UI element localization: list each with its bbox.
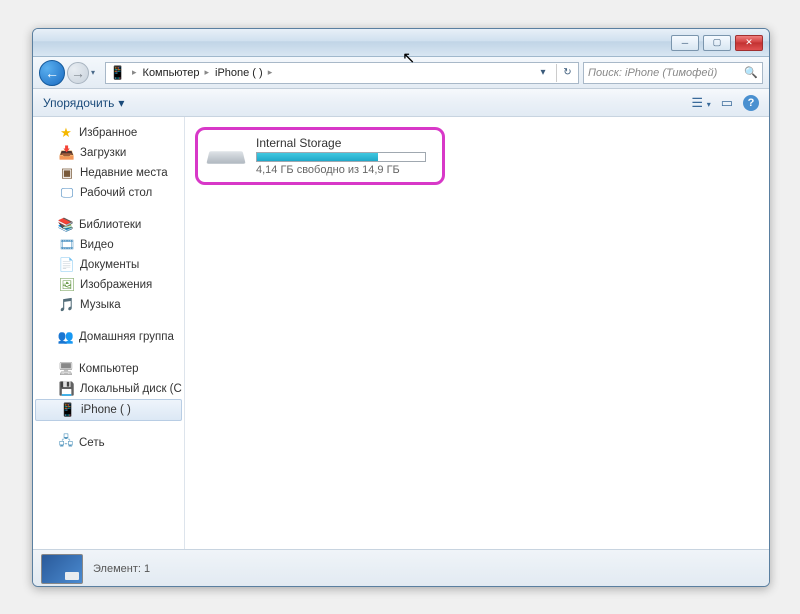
drive-icon: [204, 136, 246, 168]
explorer-window: ─ ▢ ✕ ← → ▾ 📱 ▸ Компьютер ▸ iPhone ( ) ▸…: [32, 28, 770, 587]
sidebar-item-local-disk[interactable]: 💾 Локальный диск (C: [33, 379, 184, 399]
refresh-button[interactable]: ↻: [556, 64, 574, 82]
music-icon: 🎵: [59, 297, 75, 313]
homegroup-label: Домашняя группа: [79, 331, 174, 343]
sidebar-item-label: Рабочий стол: [80, 187, 152, 199]
navigation-bar: ← → ▾ 📱 ▸ Компьютер ▸ iPhone ( ) ▸ ▾ ↻ П…: [33, 57, 769, 89]
sidebar-item-pictures[interactable]: 🖼 Изображения: [33, 275, 184, 295]
device-icon: 📱: [110, 65, 126, 81]
chevron-down-icon: ▾: [118, 96, 124, 110]
libraries-label: Библиотеки: [79, 219, 141, 231]
breadcrumb-label: iPhone ( ): [215, 67, 263, 79]
star-icon: ★: [58, 125, 74, 141]
search-icon: 🔍: [744, 66, 758, 79]
help-button[interactable]: ?: [743, 95, 759, 111]
internal-storage-item[interactable]: Internal Storage 4,14 ГБ свободно из 14,…: [195, 127, 445, 185]
organize-button[interactable]: Упорядочить ▾: [43, 96, 124, 110]
chevron-right-icon: ▸: [204, 67, 209, 78]
status-text: Элемент: 1: [93, 563, 150, 575]
search-input[interactable]: Поиск: iPhone (Тимофей) 🔍: [583, 62, 763, 84]
sidebar-item-iphone[interactable]: 📱 iPhone ( ): [35, 399, 182, 421]
address-drop-button[interactable]: ▾: [534, 64, 552, 82]
sidebar-item-music[interactable]: 🎵 Музыка: [33, 295, 184, 315]
sidebar-item-downloads[interactable]: 📥 Загрузки: [33, 143, 184, 163]
sidebar-item-videos[interactable]: 🎞 Видео: [33, 235, 184, 255]
storage-info: Internal Storage 4,14 ГБ свободно из 14,…: [256, 136, 436, 176]
sidebar-item-label: Локальный диск (C: [80, 383, 182, 395]
content-pane: Internal Storage 4,14 ГБ свободно из 14,…: [185, 117, 769, 549]
close-button[interactable]: ✕: [735, 35, 763, 51]
sidebar-item-label: Видео: [80, 239, 114, 251]
toolbar: Упорядочить ▾ ☰ ▾ ▭ ?: [33, 89, 769, 117]
network-label: Сеть: [79, 437, 105, 449]
maximize-button[interactable]: ▢: [703, 35, 731, 51]
navigation-pane: ★ Избранное 📥 Загрузки ▣ Недавние места …: [33, 117, 185, 549]
sidebar-item-recent[interactable]: ▣ Недавние места: [33, 163, 184, 183]
breadcrumb-separator[interactable]: ▸: [128, 67, 139, 78]
downloads-icon: 📥: [59, 145, 75, 161]
address-bar[interactable]: 📱 ▸ Компьютер ▸ iPhone ( ) ▸ ▾ ↻: [105, 62, 579, 84]
video-icon: 🎞: [59, 237, 75, 253]
sidebar-homegroup-header[interactable]: 👥 Домашняя группа: [33, 327, 184, 347]
recent-icon: ▣: [59, 165, 75, 181]
sidebar-item-label: Документы: [80, 259, 139, 271]
breadcrumb-label: Компьютер: [143, 67, 200, 79]
forward-button[interactable]: →: [67, 62, 89, 84]
status-thumbnail-icon: [41, 554, 83, 584]
status-bar: Элемент: 1: [33, 549, 769, 587]
sidebar-item-label: Музыка: [80, 299, 121, 311]
organize-label: Упорядочить: [43, 96, 114, 110]
storage-fill: [257, 153, 378, 161]
pictures-icon: 🖼: [59, 277, 75, 293]
network-icon: 🖧: [58, 435, 74, 451]
view-options-button[interactable]: ☰ ▾: [691, 95, 710, 111]
storage-subtitle: 4,14 ГБ свободно из 14,9 ГБ: [256, 164, 436, 176]
computer-icon: 🖥: [58, 361, 74, 377]
body: ★ Избранное 📥 Загрузки ▣ Недавние места …: [33, 117, 769, 549]
breadcrumb-item[interactable]: Компьютер ▸: [141, 67, 211, 79]
chevron-right-icon: ▸: [268, 67, 273, 78]
sidebar-network-header[interactable]: 🖧 Сеть: [33, 433, 184, 453]
document-icon: 📄: [59, 257, 75, 273]
storage-title: Internal Storage: [256, 136, 436, 150]
preview-pane-button[interactable]: ▭: [721, 95, 733, 111]
homegroup-icon: 👥: [58, 329, 74, 345]
sidebar-item-label: iPhone ( ): [81, 404, 131, 416]
sidebar-libraries-header[interactable]: 📚 Библиотеки: [33, 215, 184, 235]
desktop-icon: 🖵: [59, 185, 75, 201]
minimize-button[interactable]: ─: [671, 35, 699, 51]
nav-history-drop[interactable]: ▾: [91, 68, 101, 77]
computer-label: Компьютер: [79, 363, 139, 375]
breadcrumb-item[interactable]: iPhone ( ) ▸: [213, 67, 274, 79]
back-button[interactable]: ←: [39, 60, 65, 86]
sidebar-item-label: Изображения: [80, 279, 152, 291]
libraries-icon: 📚: [58, 217, 74, 233]
sidebar-computer-header[interactable]: 🖥 Компьютер: [33, 359, 184, 379]
sidebar-item-desktop[interactable]: 🖵 Рабочий стол: [33, 183, 184, 203]
disk-icon: 💾: [59, 381, 75, 397]
favorites-label: Избранное: [79, 127, 137, 139]
sidebar-item-label: Недавние места: [80, 167, 168, 179]
titlebar: ─ ▢ ✕: [33, 29, 769, 57]
sidebar-item-documents[interactable]: 📄 Документы: [33, 255, 184, 275]
sidebar-favorites-header[interactable]: ★ Избранное: [33, 123, 184, 143]
phone-icon: 📱: [60, 402, 76, 418]
storage-capacity-bar: [256, 152, 426, 162]
search-placeholder: Поиск: iPhone (Тимофей): [588, 67, 717, 79]
sidebar-item-label: Загрузки: [80, 147, 126, 159]
